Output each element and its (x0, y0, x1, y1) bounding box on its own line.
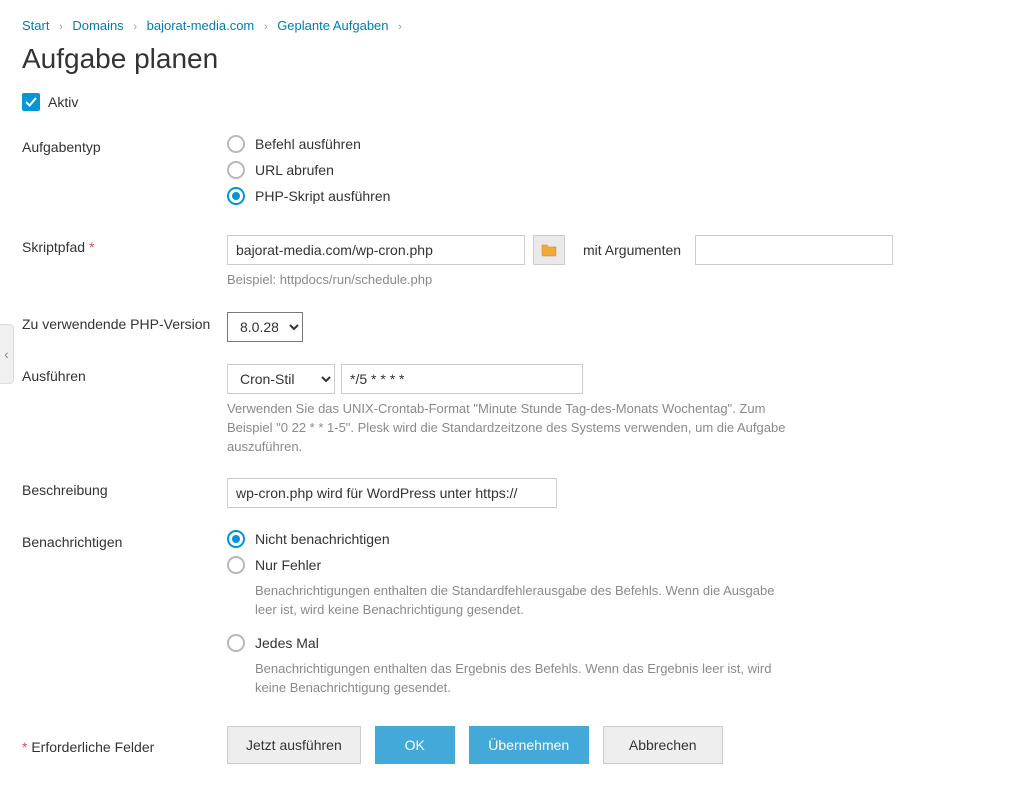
php-version-label: Zu verwendende PHP-Version (22, 312, 227, 332)
chevron-right-icon: › (398, 21, 402, 33)
breadcrumb-link[interactable]: Domains (72, 18, 123, 33)
description-label: Beschreibung (22, 478, 227, 498)
run-label: Ausführen (22, 364, 227, 384)
radio-icon (227, 135, 245, 153)
chevron-right-icon: › (59, 21, 63, 33)
radio-label: Nur Fehler (255, 557, 321, 573)
notify-errors-radio[interactable]: Nur Fehler (227, 556, 907, 574)
ok-button[interactable]: OK (375, 726, 455, 764)
description-input[interactable] (227, 478, 557, 508)
radio-label: PHP-Skript ausführen (255, 188, 390, 204)
task-type-cmd-radio[interactable]: Befehl ausführen (227, 135, 907, 153)
notify-errors-hint: Benachrichtigungen enthalten die Standar… (255, 582, 795, 620)
radio-icon (227, 187, 245, 205)
chevron-left-icon: ‹ (4, 346, 9, 362)
browse-folder-button[interactable] (533, 235, 565, 265)
radio-icon (227, 530, 245, 548)
active-checkbox[interactable] (22, 93, 40, 111)
chevron-right-icon: › (264, 21, 268, 33)
folder-icon (541, 243, 557, 257)
chevron-right-icon: › (133, 21, 137, 33)
task-type-php-radio[interactable]: PHP-Skript ausführen (227, 187, 907, 205)
cancel-button[interactable]: Abbrechen (603, 726, 723, 764)
breadcrumb-link[interactable]: Geplante Aufgaben (277, 18, 388, 33)
notify-label: Benachrichtigen (22, 530, 227, 550)
arguments-label: mit Argumenten (583, 242, 681, 258)
breadcrumb: Start › Domains › bajorat-media.com › Ge… (22, 18, 1002, 33)
script-path-label: Skriptpfad * (22, 235, 227, 255)
radio-label: URL abrufen (255, 162, 334, 178)
radio-label: Befehl ausführen (255, 136, 361, 152)
run-hint: Verwenden Sie das UNIX-Crontab-Format "M… (227, 400, 797, 457)
cron-expression-input[interactable] (341, 364, 583, 394)
radio-icon (227, 634, 245, 652)
arguments-input[interactable] (695, 235, 893, 265)
radio-icon (227, 161, 245, 179)
task-type-label: Aufgabentyp (22, 135, 227, 155)
php-version-select[interactable]: 8.0.28 (227, 312, 303, 342)
required-note: * Erforderliche Felder (22, 735, 227, 755)
run-style-select[interactable]: Cron-Stil (227, 364, 335, 394)
script-path-hint: Beispiel: httpdocs/run/schedule.php (227, 271, 907, 290)
active-label: Aktiv (48, 94, 78, 110)
run-now-button[interactable]: Jetzt ausführen (227, 726, 361, 764)
notify-none-radio[interactable]: Nicht benachrichtigen (227, 530, 907, 548)
notify-always-hint: Benachrichtigungen enthalten das Ergebni… (255, 660, 795, 698)
breadcrumb-link[interactable]: bajorat-media.com (147, 18, 255, 33)
script-path-input[interactable] (227, 235, 525, 265)
radio-label: Jedes Mal (255, 635, 319, 651)
apply-button[interactable]: Übernehmen (469, 726, 589, 764)
page-title: Aufgabe planen (22, 43, 1002, 75)
side-panel-toggle[interactable]: ‹ (0, 324, 14, 384)
radio-icon (227, 556, 245, 574)
radio-label: Nicht benachrichtigen (255, 531, 390, 547)
task-type-url-radio[interactable]: URL abrufen (227, 161, 907, 179)
breadcrumb-link[interactable]: Start (22, 18, 49, 33)
notify-always-radio[interactable]: Jedes Mal (227, 634, 907, 652)
check-icon (25, 96, 37, 108)
